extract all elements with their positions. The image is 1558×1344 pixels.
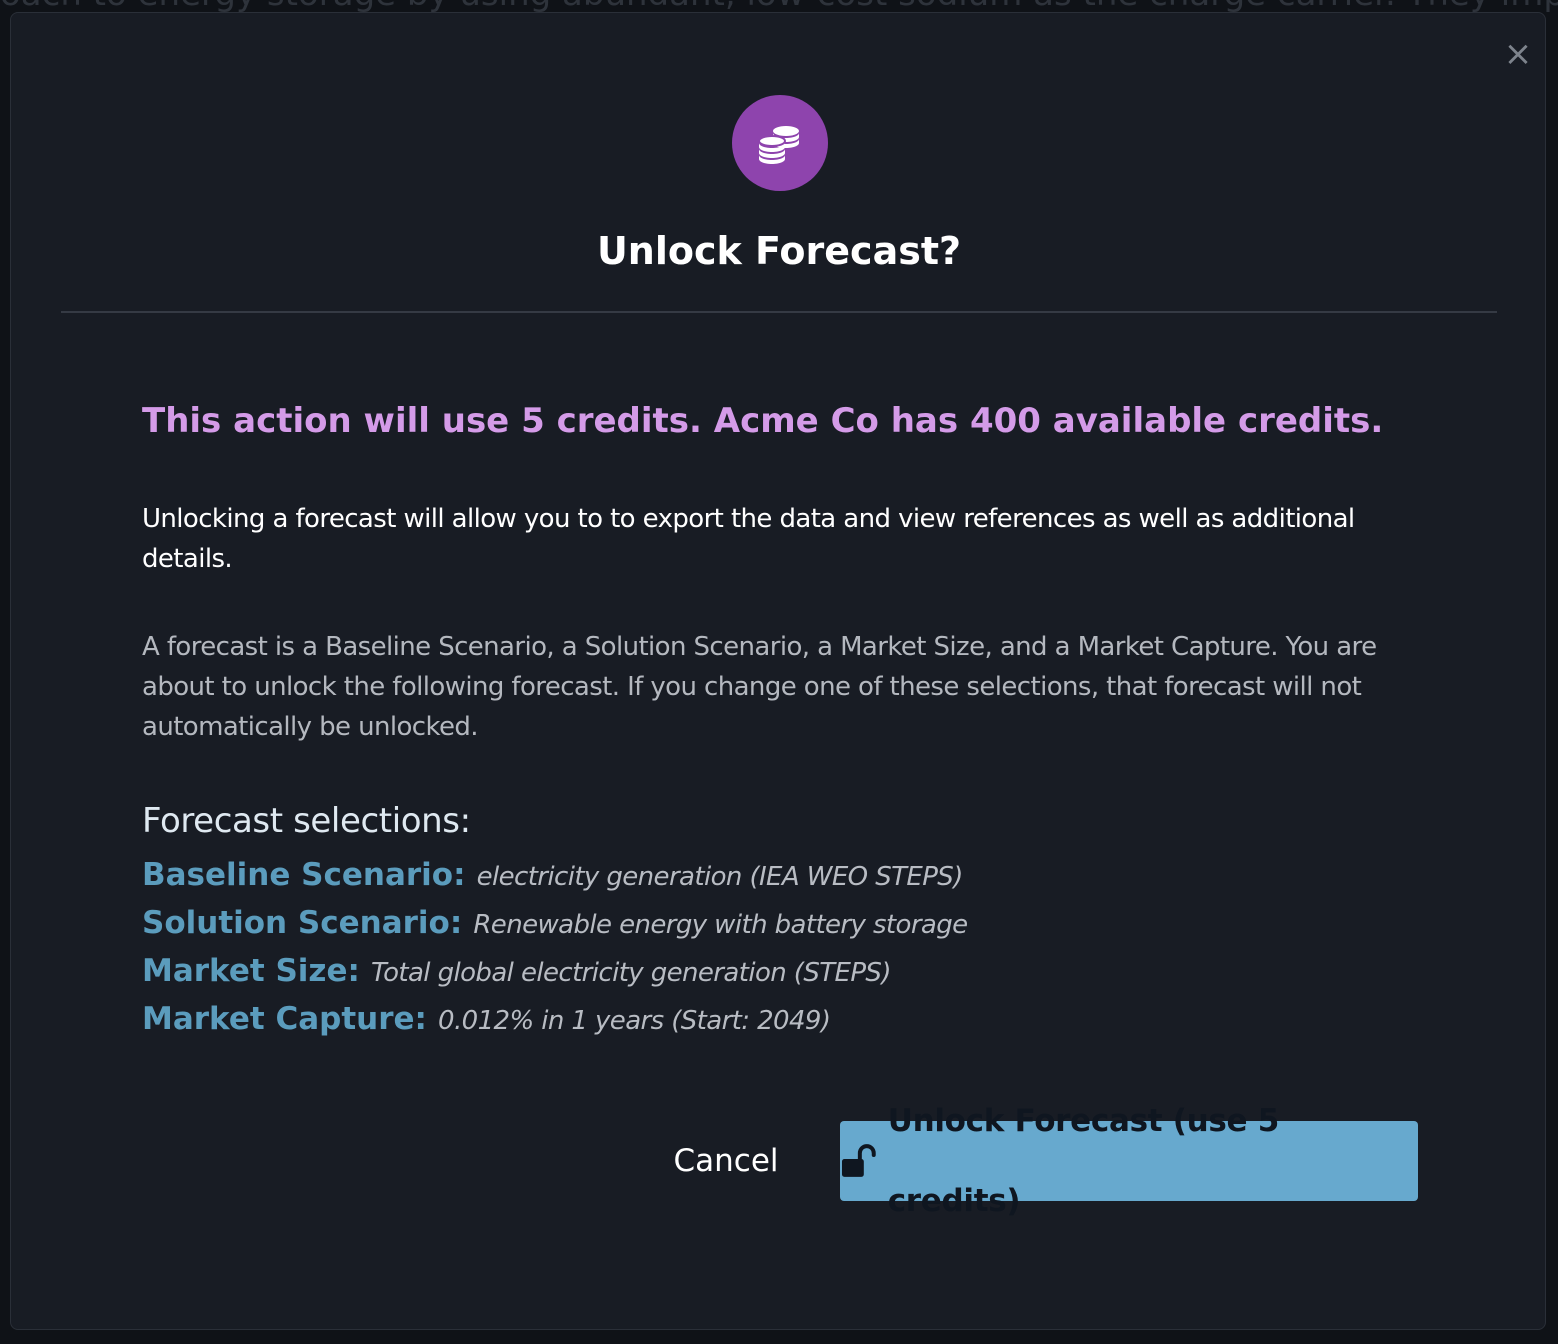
close-icon[interactable]: × [1501, 37, 1535, 71]
selection-market-size: Market Size: Total global electricity ge… [142, 949, 891, 995]
selection-market-capture: Market Capture: 0.012% in 1 years (Start… [142, 997, 831, 1043]
unlock-button-label: Unlock Forecast (use 5 credits) [887, 1103, 1280, 1219]
unlock-forecast-button[interactable]: Unlock Forecast (use 5 credits) [840, 1103, 1418, 1219]
selection-label: Market Capture: [142, 1001, 427, 1037]
selections-heading: Forecast selections: [142, 801, 471, 841]
modal-title: Unlock Forecast? [596, 229, 962, 273]
selection-value: Total global electricity generation (STE… [371, 958, 891, 988]
coins-icon-svg [758, 126, 799, 164]
title-divider [61, 311, 1497, 313]
selection-label: Solution Scenario: [142, 905, 463, 941]
unlock-description: Unlocking a forecast will allow you to t… [142, 504, 1355, 574]
selection-value: 0.012% in 1 years (Start: 2049) [438, 1006, 831, 1036]
cancel-button[interactable]: Cancel [659, 1121, 793, 1201]
selection-label: Market Size: [142, 953, 360, 989]
coins-icon [732, 95, 828, 191]
credit-usage-message: This action will use 5 credits. Acme Co … [142, 401, 1384, 441]
unlock-forecast-modal: × Unlock Forecast? This action will use … [10, 12, 1546, 1330]
selection-value: Renewable energy with battery storage [473, 910, 968, 940]
forecast-explanation: A forecast is a Baseline Scenario, a Sol… [142, 632, 1377, 742]
selection-baseline-scenario: Baseline Scenario: electricity generatio… [142, 853, 963, 899]
selection-solution-scenario: Solution Scenario: Renewable energy with… [142, 901, 968, 947]
unlock-icon [841, 1144, 876, 1177]
selection-label: Baseline Scenario: [142, 857, 466, 893]
selection-value: electricity generation (IEA WEO STEPS) [476, 862, 964, 892]
